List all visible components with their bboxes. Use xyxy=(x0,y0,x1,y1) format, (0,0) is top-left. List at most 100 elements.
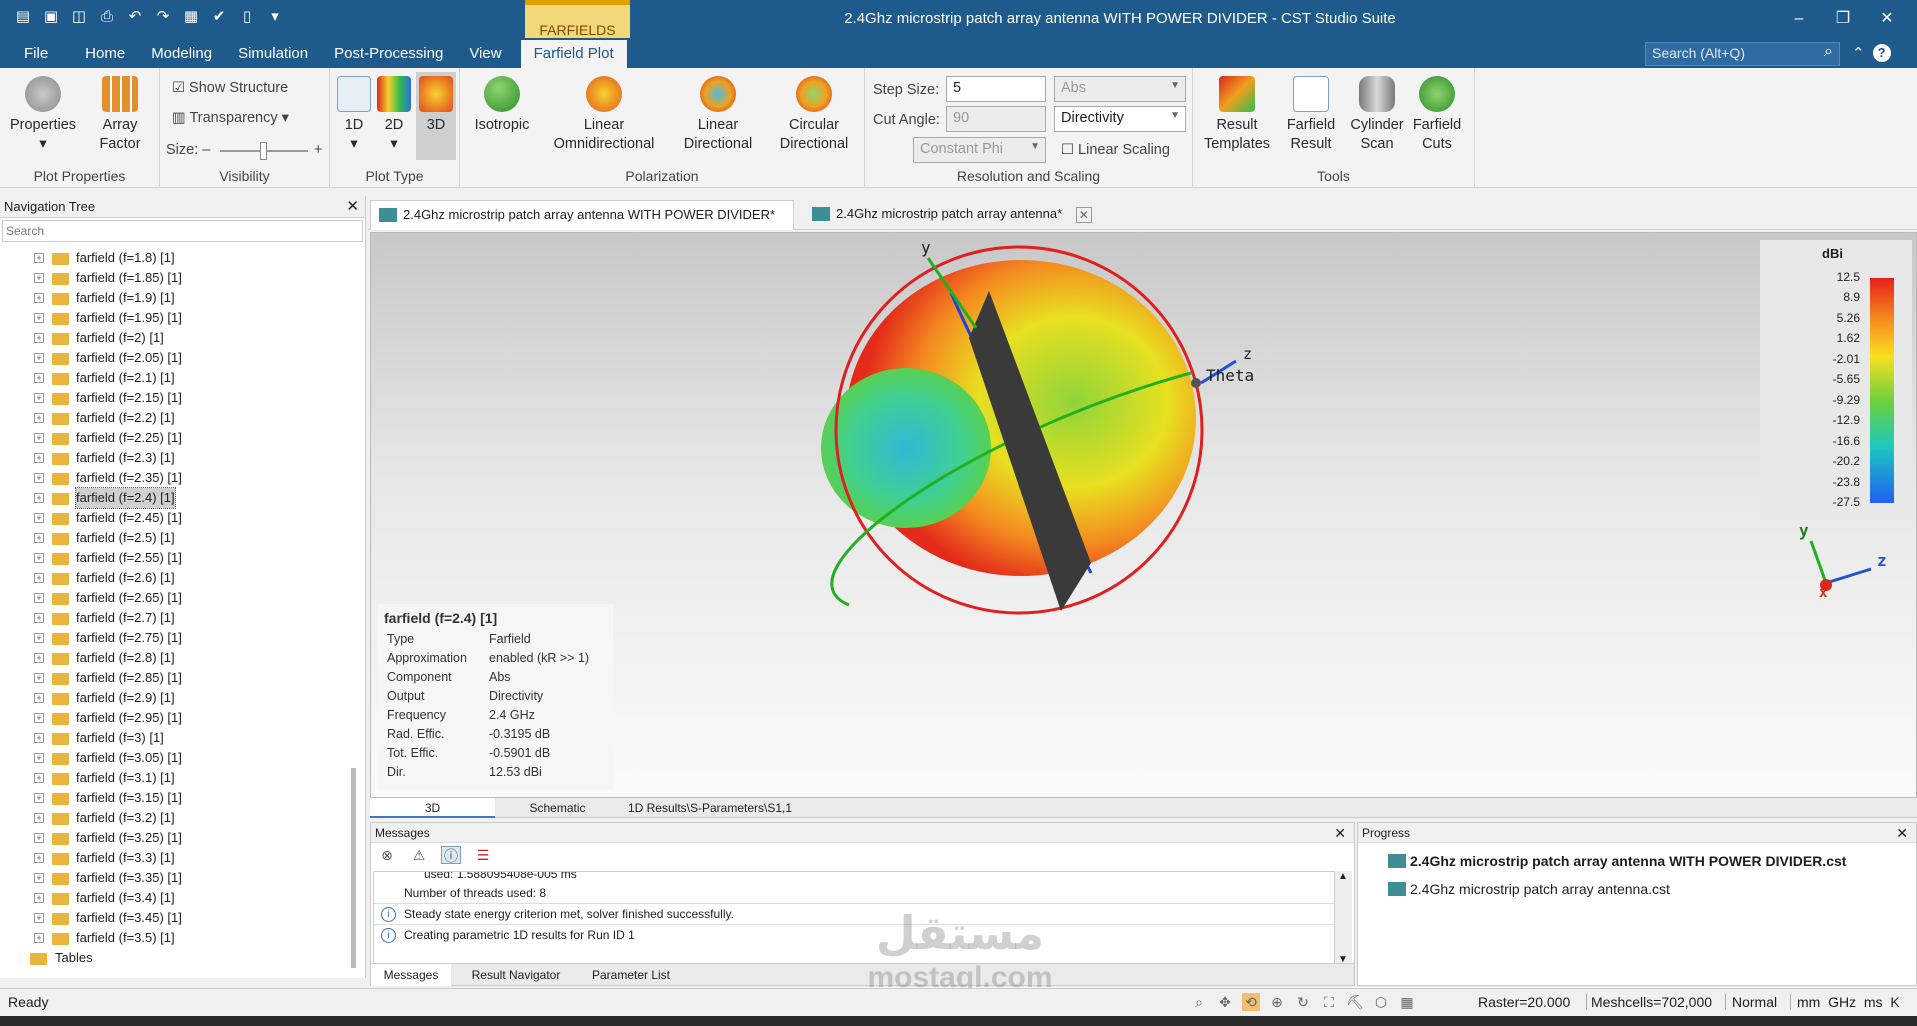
expand-icon[interactable]: + xyxy=(34,513,44,523)
array-factor-button[interactable]: Array Factor xyxy=(90,76,150,154)
expand-icon[interactable]: + xyxy=(34,913,44,923)
expand-icon[interactable]: + xyxy=(34,933,44,943)
mesh-icon[interactable]: ▦ xyxy=(1398,993,1416,1011)
tree-item[interactable]: + farfield (f=2.25) [1] xyxy=(0,428,350,448)
nav-search-input[interactable]: Search xyxy=(2,220,363,242)
isotropic-button[interactable]: Isotropic xyxy=(470,76,534,135)
tree-item[interactable]: + farfield (f=1.85) [1] xyxy=(0,268,350,288)
tree-item[interactable]: + farfield (f=2.05) [1] xyxy=(0,348,350,368)
close-window-icon[interactable]: ✕ xyxy=(1865,6,1909,32)
expand-icon[interactable]: + xyxy=(34,773,44,783)
expand-icon[interactable]: + xyxy=(34,573,44,583)
expand-icon[interactable]: + xyxy=(34,713,44,723)
linear-directional-button[interactable]: Linear Directional xyxy=(674,76,762,154)
expand-icon[interactable]: + xyxy=(34,693,44,703)
tree-item[interactable]: + farfield (f=2.1) [1] xyxy=(0,368,350,388)
tree-item[interactable]: + farfield (f=3.1) [1] xyxy=(0,768,350,788)
expand-icon[interactable]: + xyxy=(34,473,44,483)
tree-item[interactable]: + farfield (f=3) [1] xyxy=(0,728,350,748)
tab-post-processing[interactable]: Post-Processing xyxy=(321,40,456,68)
tab-result-navigator[interactable]: Result Navigator xyxy=(455,964,577,986)
info-filter-icon[interactable]: ⓘ xyxy=(441,846,461,864)
expand-icon[interactable]: + xyxy=(34,833,44,843)
rotate-view-icon[interactable]: ⟲ xyxy=(1242,993,1260,1011)
plot-2d-button[interactable]: 2D ▾ xyxy=(376,76,412,154)
expand-icon[interactable]: + xyxy=(34,313,44,323)
collapse-ribbon-icon[interactable]: ⌃ xyxy=(1852,44,1865,62)
tree-item[interactable]: + farfield (f=3.45) [1] xyxy=(0,908,350,928)
help-icon[interactable]: ? xyxy=(1872,44,1891,62)
view-tab-s-parameters[interactable]: 1D Results\S-Parameters\S1,1 ✕ xyxy=(626,798,794,837)
expand-icon[interactable]: + xyxy=(34,453,44,463)
redo-icon[interactable]: ↷ xyxy=(152,6,174,28)
fit-view-icon[interactable]: ⛶ xyxy=(1320,993,1338,1011)
tree-item[interactable]: + farfield (f=2.65) [1] xyxy=(0,588,350,608)
tree-item[interactable]: + farfield (f=2.5) [1] xyxy=(0,528,350,548)
tree-item[interactable]: + farfield (f=1.8) [1] xyxy=(0,248,350,268)
view-tab-schematic[interactable]: Schematic xyxy=(495,798,620,818)
spin-icon[interactable]: ↻ xyxy=(1294,993,1312,1011)
expand-icon[interactable]: + xyxy=(34,293,44,303)
tab-home[interactable]: Home xyxy=(72,40,138,68)
expand-icon[interactable]: + xyxy=(34,353,44,363)
tree-item[interactable]: + farfield (f=3.15) [1] xyxy=(0,788,350,808)
expand-icon[interactable]: + xyxy=(34,853,44,863)
cylinder-scan-button[interactable]: Cylinder Scan xyxy=(1345,76,1409,154)
pan-icon[interactable]: ✥ xyxy=(1216,993,1234,1011)
expand-icon[interactable]: + xyxy=(34,793,44,803)
window-icon[interactable]: ▦ xyxy=(180,6,202,28)
qa-dropdown-icon[interactable]: ▾ xyxy=(264,6,286,28)
tree-item[interactable]: + farfield (f=2.4) [1] xyxy=(0,487,350,509)
tree-item[interactable]: + farfield (f=2) [1] xyxy=(0,328,350,348)
farfield-result-button[interactable]: Farfield Result xyxy=(1279,76,1343,154)
tab-file[interactable]: File xyxy=(0,40,72,68)
linear-scaling-checkbox[interactable]: ☐ Linear Scaling xyxy=(1061,142,1170,158)
tree-item[interactable]: + farfield (f=2.3) [1] xyxy=(0,448,350,468)
new-document-icon[interactable]: ▯ xyxy=(236,6,258,28)
tree-item[interactable]: + farfield (f=2.2) [1] xyxy=(0,408,350,428)
tree-item[interactable]: + farfield (f=3.2) [1] xyxy=(0,808,350,828)
expand-icon[interactable]: + xyxy=(34,633,44,643)
tree-item[interactable]: + farfield (f=3.35) [1] xyxy=(0,868,350,888)
view-cube-icon[interactable]: ⬡ xyxy=(1372,993,1390,1011)
plot-3d-button[interactable]: 3D xyxy=(416,72,456,160)
expand-icon[interactable]: + xyxy=(34,673,44,683)
nav-scrollbar[interactable] xyxy=(349,248,359,968)
tab-messages[interactable]: Messages xyxy=(371,964,451,986)
expand-icon[interactable]: + xyxy=(34,733,44,743)
restore-icon[interactable]: ❐ xyxy=(1821,6,1865,32)
linear-omnidirectional-button[interactable]: Linear Omnidirectional xyxy=(542,76,666,154)
tab-parameter-list[interactable]: Parameter List xyxy=(581,964,681,986)
close-icon[interactable]: ✕ xyxy=(346,196,359,218)
print-icon[interactable]: ⎙ xyxy=(96,6,118,28)
clear-messages-icon[interactable]: ☰ xyxy=(473,846,493,864)
search-input[interactable]: Search (Alt+Q) ⌕ xyxy=(1645,42,1840,66)
circular-directional-button[interactable]: Circular Directional xyxy=(770,76,858,154)
expand-icon[interactable]: + xyxy=(34,393,44,403)
expand-icon[interactable]: + xyxy=(34,893,44,903)
check-icon[interactable]: ✔ xyxy=(208,6,230,28)
close-icon[interactable]: ✕ xyxy=(1896,823,1908,843)
close-tab-icon[interactable]: ✕ xyxy=(1075,206,1092,223)
doc-tab-power-divider[interactable]: 2.4Ghz microstrip patch array antenna WI… xyxy=(370,200,794,252)
tree-item[interactable]: + farfield (f=2.35) [1] xyxy=(0,468,350,488)
tree-item[interactable]: + farfield (f=3.3) [1] xyxy=(0,848,350,868)
progress-item[interactable]: 2.4Ghz microstrip patch array antenna.cs… xyxy=(1358,875,1916,903)
close-icon[interactable]: ✕ xyxy=(1334,823,1346,843)
farfield-cuts-button[interactable]: Farfield Cuts xyxy=(1405,76,1469,154)
cut-angle-input[interactable]: 90 xyxy=(946,106,1046,132)
expand-icon[interactable]: + xyxy=(34,653,44,663)
show-structure-checkbox[interactable]: ☑ Show Structure xyxy=(172,80,288,96)
expand-icon[interactable]: + xyxy=(34,613,44,623)
tree-item[interactable]: + farfield (f=3.5) [1] xyxy=(0,928,350,948)
tree-item-tables[interactable]: Tables xyxy=(0,948,350,968)
expand-icon[interactable]: + xyxy=(34,813,44,823)
tree-item[interactable]: + farfield (f=3.4) [1] xyxy=(0,888,350,908)
expand-icon[interactable]: + xyxy=(34,493,44,503)
minimize-icon[interactable]: – xyxy=(1777,6,1821,32)
tree-item[interactable]: + farfield (f=2.7) [1] xyxy=(0,608,350,628)
expand-icon[interactable]: + xyxy=(34,873,44,883)
expand-icon[interactable]: + xyxy=(34,333,44,343)
tree-item[interactable]: + farfield (f=1.95) [1] xyxy=(0,308,350,328)
properties-button[interactable]: Properties ▾ xyxy=(8,76,78,154)
